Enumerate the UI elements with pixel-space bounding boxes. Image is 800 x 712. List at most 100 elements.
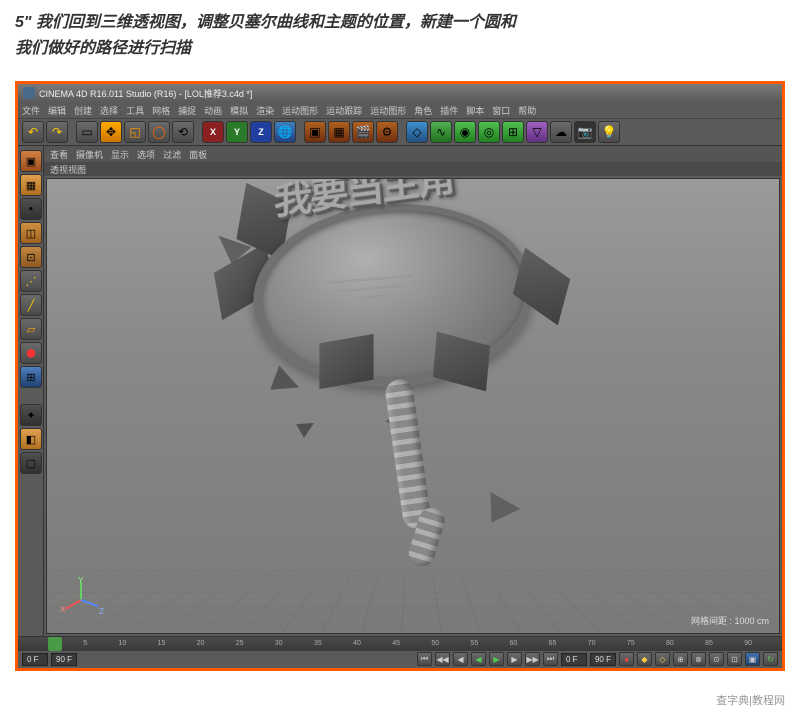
- autokey-button[interactable]: ◆: [637, 652, 652, 666]
- record-button[interactable]: ●: [619, 652, 634, 666]
- move-button[interactable]: ✥: [100, 121, 122, 143]
- menu-mesh[interactable]: 网格: [152, 104, 170, 117]
- instruction-line2: 我们做好的路径进行扫描: [15, 36, 785, 62]
- menu-motion-track[interactable]: 运动跟踪: [326, 104, 362, 117]
- menubar: 文件 编辑 创建 选择 工具 网格 捕捉 动画 模拟 渲染 运动图形 运动跟踪 …: [18, 102, 782, 118]
- timeline-ruler[interactable]: 0 5 10 15 20 25 30 35 40 45 50 55 60 65 …: [18, 637, 782, 651]
- array-button[interactable]: ⊞: [502, 121, 524, 143]
- prev-frame-button[interactable]: ◀: [453, 652, 468, 666]
- menu-mograph2[interactable]: 运动图形: [370, 104, 406, 117]
- frame-cur-field[interactable]: 0 F: [561, 653, 587, 666]
- render-picture-button[interactable]: 🎬: [352, 121, 374, 143]
- axis-gizmo: Y X Z: [62, 578, 102, 618]
- environment-button[interactable]: ☁: [550, 121, 572, 143]
- menu-render[interactable]: 渲染: [256, 104, 274, 117]
- poly-mode-button[interactable]: ▱: [20, 318, 42, 340]
- menu-snap[interactable]: 捕捉: [178, 104, 196, 117]
- menu-create[interactable]: 创建: [74, 104, 92, 117]
- play-back-button[interactable]: ◀: [471, 652, 486, 666]
- menu-mograph[interactable]: 运动图形: [282, 104, 318, 117]
- axis-y-toggle[interactable]: Y: [226, 121, 248, 143]
- instruction-text: 5" 我们回到三维透视图，调整贝塞尔曲线和主题的位置，新建一个圆和 我们做好的路…: [0, 0, 800, 81]
- rotate-button[interactable]: ◯: [148, 121, 170, 143]
- goto-end-button[interactable]: ⏭: [543, 652, 558, 666]
- next-frame-button[interactable]: ▶: [507, 652, 522, 666]
- render-region-button[interactable]: ▦: [328, 121, 350, 143]
- live-select-button[interactable]: ▭: [76, 121, 98, 143]
- menu-edit[interactable]: 编辑: [48, 104, 66, 117]
- point-mode-button[interactable]: ⋰: [20, 270, 42, 292]
- render-view-button[interactable]: ▣: [304, 121, 326, 143]
- menu-script[interactable]: 脚本: [466, 104, 484, 117]
- badge-3d-object: 我要当主角 ═══════════════ ═══════════ ═════: [204, 178, 584, 409]
- app-icon: [23, 87, 35, 99]
- menu-tools[interactable]: 工具: [126, 104, 144, 117]
- goto-start-button[interactable]: ⏮: [417, 652, 432, 666]
- menu-help[interactable]: 帮助: [518, 104, 536, 117]
- viewport-tab[interactable]: 透视视图: [44, 162, 782, 176]
- key-pos-button[interactable]: ⊕: [673, 652, 688, 666]
- primitive-button[interactable]: ◇: [406, 121, 428, 143]
- deformer-button[interactable]: ▽: [526, 121, 548, 143]
- shard: [480, 484, 521, 523]
- xray-button[interactable]: ⊡: [20, 246, 42, 268]
- menu-window[interactable]: 窗口: [492, 104, 510, 117]
- redo-button[interactable]: ↷: [46, 121, 68, 143]
- axis-lock-button[interactable]: ✦: [20, 404, 42, 426]
- menu-animate[interactable]: 动画: [204, 104, 222, 117]
- vp-menu-camera[interactable]: 摄像机: [76, 148, 103, 161]
- texture-mode-button[interactable]: ▪: [20, 198, 42, 220]
- undo-button[interactable]: ↶: [22, 121, 44, 143]
- menu-simulate[interactable]: 模拟: [230, 104, 248, 117]
- snap-button[interactable]: ⬢: [20, 342, 42, 364]
- spline-button[interactable]: ∿: [430, 121, 452, 143]
- vp-menu-display[interactable]: 显示: [111, 148, 129, 161]
- keyframe-button[interactable]: ◇: [655, 652, 670, 666]
- light-button[interactable]: 💡: [598, 121, 620, 143]
- vp-menu-filter[interactable]: 过滤: [163, 148, 181, 161]
- key-pla-button[interactable]: ▣: [745, 652, 760, 666]
- model-mode-button[interactable]: ▦: [20, 174, 42, 196]
- coord-system-button[interactable]: 🌐: [274, 121, 296, 143]
- make-editable-button[interactable]: ▣: [20, 150, 42, 172]
- render-settings-button[interactable]: ⚙: [376, 121, 398, 143]
- locked-button[interactable]: ▢: [20, 452, 42, 474]
- menu-select[interactable]: 选择: [100, 104, 118, 117]
- sweep-tube: [384, 378, 433, 530]
- instruction-line1: 5" 我们回到三维透视图，调整贝塞尔曲线和主题的位置，新建一个圆和: [15, 10, 785, 36]
- scale-button[interactable]: ◱: [124, 121, 146, 143]
- frame-total-field[interactable]: 90 F: [590, 653, 616, 666]
- axis-z-toggle[interactable]: Z: [250, 121, 272, 143]
- last-tool-button[interactable]: ⟲: [172, 121, 194, 143]
- workplane-button[interactable]: ⊞: [20, 366, 42, 388]
- menu-plugins[interactable]: 插件: [440, 104, 458, 117]
- key-param-button[interactable]: ⊡: [727, 652, 742, 666]
- axis-x-toggle[interactable]: X: [202, 121, 224, 143]
- generator-button[interactable]: ◉: [454, 121, 476, 143]
- shard: [270, 366, 303, 399]
- gizmo-y-label: Y: [78, 576, 83, 585]
- generator2-button[interactable]: ◎: [478, 121, 500, 143]
- frame-end-field[interactable]: 90 F: [51, 653, 77, 666]
- object-mode-button[interactable]: ◫: [20, 222, 42, 244]
- title-text: CINEMA 4D R16.011 Studio (R16) - [LOL推荐3…: [39, 87, 252, 100]
- viewport-solo-button[interactable]: ◧: [20, 428, 42, 450]
- prev-key-button[interactable]: ◀◀: [435, 652, 450, 666]
- next-key-button[interactable]: ▶▶: [525, 652, 540, 666]
- vp-menu-panel[interactable]: 面板: [189, 148, 207, 161]
- loop-button[interactable]: ↻: [763, 652, 778, 666]
- key-rot-button[interactable]: ⊙: [709, 652, 724, 666]
- vp-menu-view[interactable]: 查看: [50, 148, 68, 161]
- titlebar: CINEMA 4D R16.011 Studio (R16) - [LOL推荐3…: [18, 84, 782, 102]
- edge-mode-button[interactable]: ╱: [20, 294, 42, 316]
- menu-character[interactable]: 角色: [414, 104, 432, 117]
- perspective-viewport[interactable]: 我要当主角 ═══════════════ ═══════════ ═════: [46, 178, 780, 634]
- play-button[interactable]: ▶: [489, 652, 504, 666]
- menu-file[interactable]: 文件: [22, 104, 40, 117]
- key-scale-button[interactable]: ⊗: [691, 652, 706, 666]
- frame-start-field[interactable]: 0 F: [22, 653, 48, 666]
- vp-menu-options[interactable]: 选项: [137, 148, 155, 161]
- camera-button[interactable]: 📷: [574, 121, 596, 143]
- timeline-playhead[interactable]: [48, 637, 62, 651]
- viewport-container: 查看 摄像机 显示 选项 过滤 面板 透视视图 我要当主角: [44, 146, 782, 636]
